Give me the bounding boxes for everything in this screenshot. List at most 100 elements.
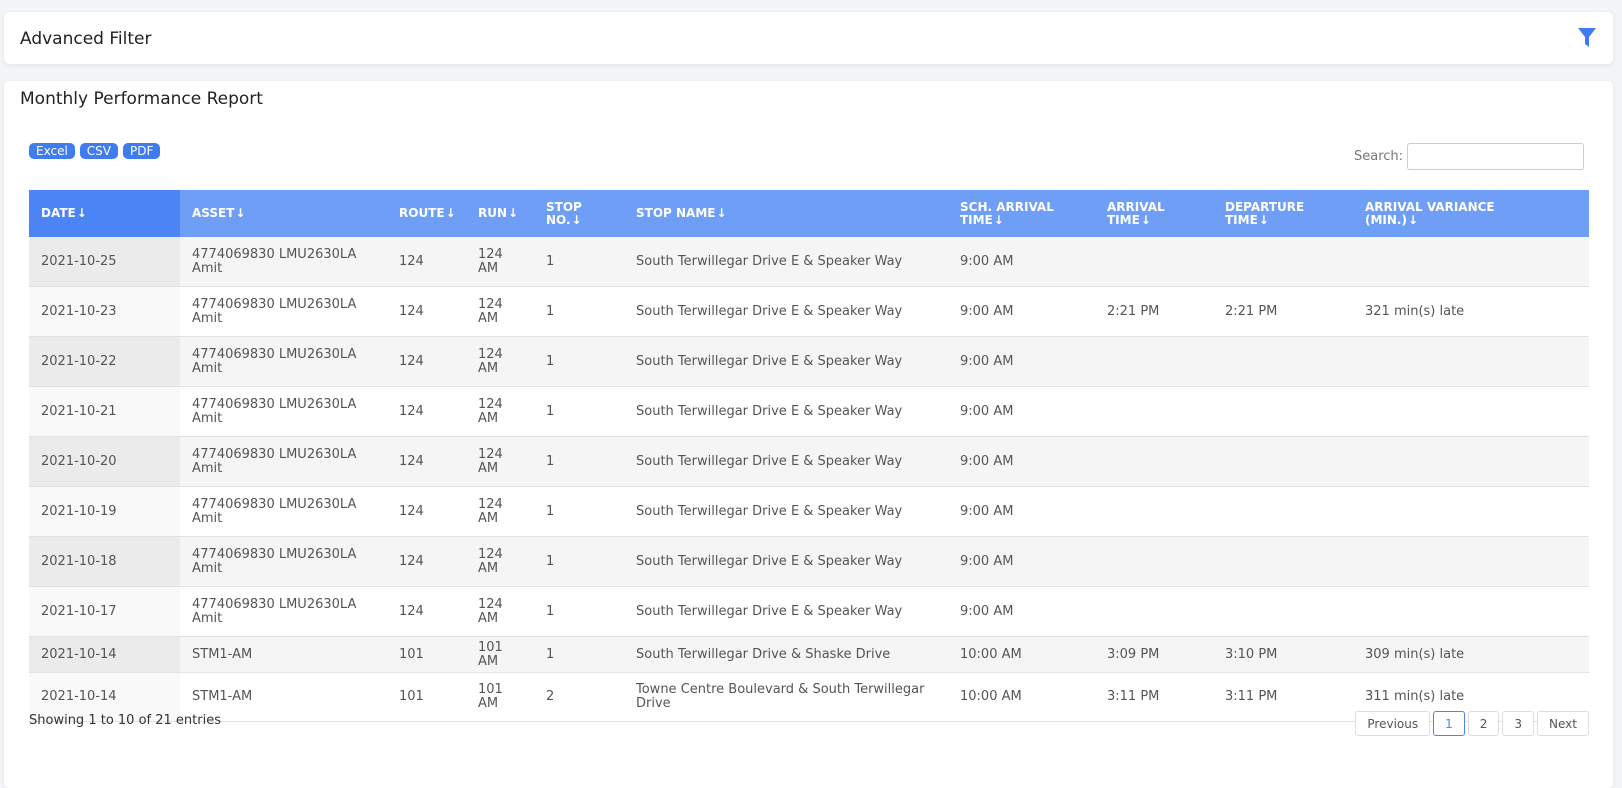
column-header-label: RUN (478, 206, 508, 220)
column-header-label: ROUTE (399, 206, 445, 220)
cell-date: 2021-10-18 (29, 536, 180, 587)
cell-route: 124 (387, 536, 466, 587)
sort-arrow-icon: ↓ (76, 206, 87, 220)
cell-route: 124 (387, 286, 466, 337)
table-info: Showing 1 to 10 of 21 entries (29, 713, 221, 728)
cell-asset: 4774069830 LMU2630LA Amit (180, 386, 387, 437)
cell-stop-name: South Terwillegar Drive E & Speaker Way (624, 486, 948, 537)
cell-departure (1213, 386, 1353, 437)
cell-arrival (1095, 586, 1213, 637)
column-header-date[interactable]: DATE↓ (29, 190, 180, 237)
column-header-label-line2: (MIN.) (1365, 212, 1407, 227)
column-header-asset[interactable]: ASSET↓ (180, 190, 387, 237)
cell-sch-arrival: 9:00 AM (948, 336, 1095, 387)
column-header-route[interactable]: ROUTE↓ (387, 190, 466, 237)
pagination-next[interactable]: Next (1537, 711, 1589, 736)
export-buttons: Excel CSV PDF (29, 143, 161, 159)
pagination-page-3[interactable]: 3 (1502, 711, 1535, 736)
column-header-run[interactable]: RUN↓ (466, 190, 534, 237)
cell-date: 2021-10-19 (29, 486, 180, 537)
cell-sch-arrival: 10:00 AM (948, 672, 1095, 722)
cell-stop-name: South Terwillegar Drive & Shaske Drive (624, 636, 948, 673)
cell-asset: 4774069830 LMU2630LA Amit (180, 536, 387, 587)
filter-icon[interactable] (1577, 27, 1597, 49)
report-title: Monthly Performance Report (20, 89, 263, 109)
cell-run: 124 AM (466, 336, 534, 387)
cell-variance (1353, 586, 1589, 637)
table-row[interactable]: 2021-10-25 4774069830 LMU2630LA Amit 124 12… (29, 237, 1589, 287)
cell-run: 124 AM (466, 436, 534, 487)
column-header-arrival-variance[interactable]: ARRIVAL VARIANCE (MIN.)↓ (1353, 190, 1589, 237)
cell-run: 101 AM (466, 636, 534, 673)
table-row[interactable]: 2021-10-14 STM1-AM 101 101 AM 1 South Terwill… (29, 636, 1589, 673)
cell-stop-no: 2 (534, 672, 624, 722)
cell-sch-arrival: 9:00 AM (948, 486, 1095, 537)
column-header-label: SCH. ARRIVAL (960, 199, 1054, 214)
cell-stop-name: South Terwillegar Drive E & Speaker Way (624, 436, 948, 487)
cell-route: 124 (387, 586, 466, 637)
cell-variance (1353, 436, 1589, 487)
cell-sch-arrival: 9:00 AM (948, 386, 1095, 437)
search: Search: (1354, 143, 1585, 170)
advanced-filter-title: Advanced Filter (20, 29, 152, 49)
column-header-label: STOP NAME (636, 206, 716, 220)
cell-variance (1353, 237, 1589, 287)
cell-stop-name: South Terwillegar Drive E & Speaker Way (624, 237, 948, 287)
cell-variance (1353, 386, 1589, 437)
pagination: Previous 1 2 3 Next (1355, 711, 1589, 736)
column-header-label: ARRIVAL (1107, 199, 1165, 214)
sort-arrow-icon: ↓ (1407, 212, 1419, 227)
table-row[interactable]: 2021-10-22 4774069830 LMU2630LA Amit 124 12… (29, 336, 1589, 387)
cell-asset: 4774069830 LMU2630LA Amit (180, 286, 387, 337)
cell-stop-no: 1 (534, 536, 624, 587)
pagination-page-2[interactable]: 2 (1467, 711, 1500, 736)
column-header-label: STOP (546, 199, 582, 214)
cell-run: 124 AM (466, 286, 534, 337)
cell-date: 2021-10-22 (29, 336, 180, 387)
cell-route: 124 (387, 386, 466, 437)
column-header-departure-time[interactable]: DEPARTURE TIME↓ (1213, 190, 1353, 237)
cell-departure: 3:10 PM (1213, 636, 1353, 673)
cell-arrival: 3:09 PM (1095, 636, 1213, 673)
cell-route: 124 (387, 436, 466, 487)
table-row[interactable]: 2021-10-21 4774069830 LMU2630LA Amit 124 12… (29, 386, 1589, 437)
column-header-arrival-time[interactable]: ARRIVAL TIME↓ (1095, 190, 1213, 237)
column-header-sch-arrival-time[interactable]: SCH. ARRIVAL TIME↓ (948, 190, 1095, 237)
export-csv-button[interactable]: CSV (79, 143, 119, 159)
table-row[interactable]: 2021-10-23 4774069830 LMU2630LA Amit 124 12… (29, 286, 1589, 337)
table-row[interactable]: 2021-10-19 4774069830 LMU2630LA Amit 124 12… (29, 486, 1589, 537)
pagination-previous[interactable]: Previous (1355, 711, 1431, 736)
cell-run: 124 AM (466, 237, 534, 287)
cell-stop-no: 1 (534, 486, 624, 537)
column-header-label-line2: NO. (546, 212, 571, 227)
cell-departure (1213, 586, 1353, 637)
cell-asset: 4774069830 LMU2630LA Amit (180, 586, 387, 637)
cell-route: 101 (387, 636, 466, 673)
search-input[interactable] (1407, 143, 1585, 170)
cell-arrival: 2:21 PM (1095, 286, 1213, 337)
export-pdf-button[interactable]: PDF (123, 143, 161, 159)
table-row[interactable]: 2021-10-18 4774069830 LMU2630LA Amit 124 12… (29, 536, 1589, 587)
cell-departure (1213, 536, 1353, 587)
table-row[interactable]: 2021-10-20 4774069830 LMU2630LA Amit 124 12… (29, 436, 1589, 487)
cell-departure (1213, 436, 1353, 487)
column-header-stop-name[interactable]: STOP NAME↓ (624, 190, 948, 237)
cell-run: 101 AM (466, 672, 534, 722)
export-excel-button[interactable]: Excel (29, 143, 75, 159)
sort-arrow-icon: ↓ (1258, 212, 1269, 227)
cell-date: 2021-10-25 (29, 237, 180, 287)
cell-variance: 321 min(s) late (1353, 286, 1589, 337)
cell-stop-no: 1 (534, 237, 624, 287)
column-header-label: DEPARTURE (1225, 199, 1305, 214)
cell-asset: 4774069830 LMU2630LA Amit (180, 237, 387, 287)
column-header-stop-no[interactable]: STOP NO.↓ (534, 190, 624, 237)
advanced-filter-panel[interactable]: Advanced Filter (4, 12, 1613, 64)
table-row[interactable]: 2021-10-17 4774069830 LMU2630LA Amit 124 12… (29, 586, 1589, 637)
cell-arrival (1095, 386, 1213, 437)
cell-stop-name: South Terwillegar Drive E & Speaker Way (624, 286, 948, 337)
pagination-page-1[interactable]: 1 (1433, 711, 1465, 736)
cell-asset: STM1-AM (180, 636, 387, 673)
report-panel: Monthly Performance Report Excel CSV PDF… (4, 81, 1613, 788)
cell-route: 101 (387, 672, 466, 722)
cell-sch-arrival: 9:00 AM (948, 536, 1095, 587)
